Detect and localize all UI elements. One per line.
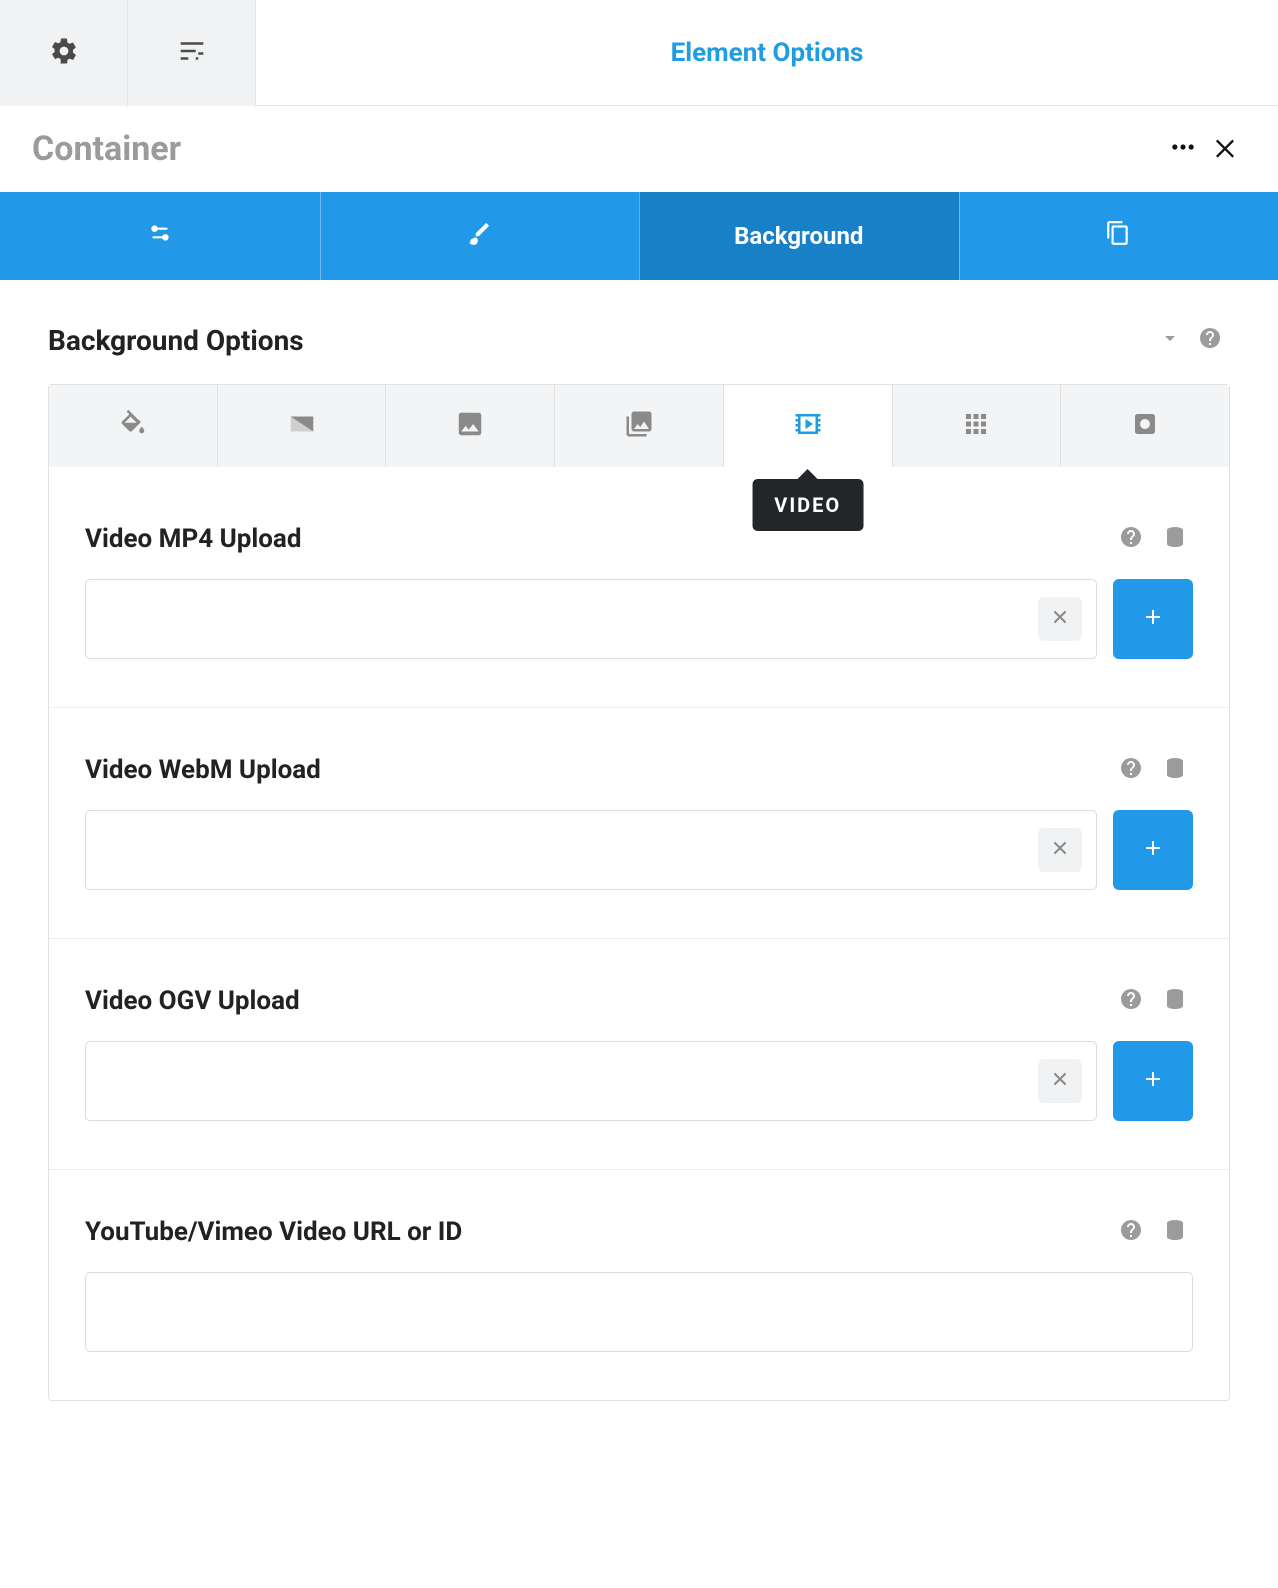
settings-button[interactable] [0,0,128,106]
subtab-tooltip: VIDEO [752,479,863,531]
element-title: Container [32,129,1162,169]
question-circle-icon [1119,756,1143,784]
brush-icon [466,220,492,252]
input-url[interactable] [85,1272,1193,1352]
question-circle-icon [1119,987,1143,1015]
main-tabs: Background [0,192,1278,280]
grid-icon [961,409,991,443]
field-label-url: YouTube/Vimeo Video URL or ID [85,1217,1105,1247]
add-mp4[interactable] [1113,579,1193,659]
database-icon [1163,525,1187,553]
subtab-color[interactable] [49,385,217,467]
x-icon [1050,1069,1070,1093]
paint-bucket-icon [118,409,148,443]
gear-icon [49,36,79,70]
x-icon [1050,607,1070,631]
clear-ogv[interactable] [1038,1059,1082,1103]
field-group-webm: Video WebM Upload [49,707,1229,938]
sliders-button[interactable] [128,0,256,106]
section-header: Background Options [0,280,1278,384]
add-ogv[interactable] [1113,1041,1193,1121]
subtab-image[interactable] [385,385,554,467]
field-group-ogv: Video OGV Upload [49,938,1229,1169]
help-ogv[interactable] [1113,983,1149,1019]
db-webm[interactable] [1157,752,1193,788]
input-mp4[interactable] [104,580,1038,658]
field-label-webm: Video WebM Upload [85,755,1105,785]
subtab-images[interactable] [554,385,723,467]
copy-icon [1105,220,1131,252]
input-wrap-mp4 [85,579,1097,659]
sliders-icon [177,36,207,70]
field-group-url: YouTube/Vimeo Video URL or ID [49,1169,1229,1400]
question-circle-icon [1119,1218,1143,1246]
close-button[interactable] [1204,128,1246,170]
input-wrap-webm [85,810,1097,890]
db-ogv[interactable] [1157,983,1193,1019]
plus-icon [1141,605,1165,633]
more-button[interactable] [1162,128,1204,170]
image-icon [455,409,485,443]
collapse-button[interactable] [1150,320,1190,360]
images-icon [624,409,654,443]
subtab-gradient[interactable] [217,385,386,467]
tab-general[interactable] [0,192,320,280]
database-icon [1163,987,1187,1015]
mask-icon [1130,409,1160,443]
chevron-down-icon [1158,326,1182,354]
input-ogv[interactable] [104,1042,1038,1120]
dots-horizontal-icon [1169,133,1197,165]
help-mp4[interactable] [1113,521,1149,557]
database-icon [1163,756,1187,784]
tab-background[interactable]: Background [639,192,959,280]
header-title: Element Options [256,0,1278,105]
subtab-pattern[interactable] [892,385,1061,467]
tab-design[interactable] [320,192,640,280]
subtab-mask[interactable] [1060,385,1229,467]
background-subtabs: VIDEO [48,384,1230,467]
field-label-mp4: Video MP4 Upload [85,524,1105,554]
field-group-mp4: Video MP4 Upload [49,467,1229,707]
question-circle-icon [1119,525,1143,553]
field-label-ogv: Video OGV Upload [85,986,1105,1016]
toggle-icon [147,220,173,252]
top-toolbar: Element Options [0,0,1278,106]
close-icon [1211,133,1239,165]
database-icon [1163,1218,1187,1246]
input-wrap-ogv [85,1041,1097,1121]
question-circle-icon [1198,326,1222,354]
input-webm[interactable] [104,811,1038,889]
db-mp4[interactable] [1157,521,1193,557]
x-icon [1050,838,1070,862]
gradient-icon [287,409,317,443]
plus-icon [1141,1067,1165,1095]
help-url[interactable] [1113,1214,1149,1250]
tab-background-label: Background [734,222,863,250]
db-url[interactable] [1157,1214,1193,1250]
video-icon [793,409,823,443]
section-help-button[interactable] [1190,320,1230,360]
background-video-panel: Video MP4 Upload [48,467,1230,1401]
clear-webm[interactable] [1038,828,1082,872]
help-webm[interactable] [1113,752,1149,788]
subtab-video[interactable]: VIDEO [723,385,892,467]
element-header: Container [0,106,1278,192]
clear-mp4[interactable] [1038,597,1082,641]
add-webm[interactable] [1113,810,1193,890]
plus-icon [1141,836,1165,864]
tab-extras[interactable] [959,192,1278,280]
section-title: Background Options [48,324,1150,357]
